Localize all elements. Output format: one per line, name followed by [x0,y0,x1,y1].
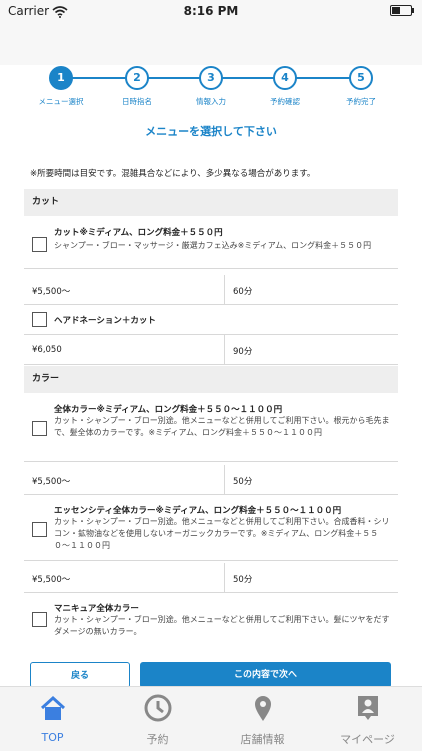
step-1: 1 メニュー選択 [21,66,101,107]
step-label: 予約完了 [346,97,376,106]
tab-label: 予約 [146,733,169,746]
menu-checkbox[interactable] [32,421,47,436]
menu-duration: 60分 [233,287,253,297]
profile-badge-icon [353,693,383,723]
cell-divider [224,465,225,494]
battery-icon [390,5,414,16]
menu-checkbox[interactable] [32,312,47,327]
tab-reservation[interactable]: 予約 [105,687,210,751]
menu-item-meta: ¥6,050 90分 [24,335,398,365]
status-bar: Carrier 8:16 PM [0,0,422,22]
section-header-cut: カット [24,189,398,216]
step-number: 2 [125,66,149,90]
menu-item-name: 全体カラー※ミディアム、ロング料金＋５５０〜１１００円 [54,405,283,415]
menu-checkbox[interactable] [32,522,47,537]
step-5: 5 予約完了 [321,66,401,107]
map-pin-icon [248,693,278,723]
menu-item[interactable]: マニキュア全体カラー カット・シャンプー・ブロー別途。他メニューなどと併用してご… [24,593,398,649]
menu-checkbox[interactable] [32,237,47,252]
menu-price: ¥5,500〜 [32,575,71,585]
step-label: 日時指名 [122,97,152,106]
home-icon [38,693,68,723]
menu-duration: 50分 [233,575,253,585]
menu-item-description: カット・シャンプー・ブロー別途。他メニューなどと併用してご利用下さい。根元から毛… [54,416,390,437]
step-4: 4 予約確認 [245,66,325,107]
step-indicator: 1 メニュー選択 2 日時指名 3 情報入力 4 予約確認 5 予約完了 [0,66,422,110]
section-header-color: カラー [24,366,398,393]
menu-item[interactable]: ヘアドネーション＋カット [24,305,398,335]
menu-price: ¥6,050 [32,345,62,355]
step-label: メニュー選択 [38,97,84,106]
menu-price: ¥5,500〜 [32,287,71,297]
step-label: 情報入力 [196,97,226,106]
tab-label: 店舗情報 [240,733,285,746]
step-label: 予約確認 [270,97,300,106]
menu-item-name: カット※ミディアム、ロング料金＋５５０円 [54,228,223,238]
menu-item-description: シャンプー・ブロー・マッサージ・厳選カフェ込み※ミディアム、ロング料金＋５５０円 [54,241,372,250]
tab-top[interactable]: TOP [0,687,105,751]
tab-label: マイページ [340,733,395,746]
step-number: 3 [199,66,223,90]
menu-price: ¥5,500〜 [32,477,71,487]
menu-item-meta: ¥5,500〜 50分 [24,465,398,495]
cell-divider [224,335,225,364]
menu-item-description: カット・シャンプー・ブロー別途。他メニューなどと併用してご利用下さい。合成香料・… [54,517,390,550]
duration-note: ※所要時間は目安です。混雑具合などにより、多少異なる場合があります。 [30,169,316,179]
navigation-bar [0,22,422,65]
clock-icon [143,693,173,723]
menu-item-meta: ¥5,500〜 60分 [24,275,398,305]
clock-time: 8:16 PM [183,4,239,18]
page-heading: メニューを選択して下さい [145,125,277,138]
menu-item-description: カット・シャンプー・ブロー別途。他メニューなどと併用してご利用下さい。髪にツヤを… [54,615,390,636]
menu-item[interactable]: エッセンシティ全体カラー※ミディアム、ロング料金＋５５０〜１１００円 カット・シ… [24,495,398,561]
tab-store-info[interactable]: 店舗情報 [210,687,315,751]
menu-item-name: マニキュア全体カラー [54,604,139,614]
menu-item-name: ヘアドネーション＋カット [54,316,156,326]
menu-item[interactable]: 全体カラー※ミディアム、ロング料金＋５５０〜１１００円 カット・シャンプー・ブロ… [24,393,398,462]
menu-checkbox[interactable] [32,612,47,627]
action-bar: 戻る この内容で次へ [0,656,422,688]
menu-item-meta: ¥5,500〜 50分 [24,563,398,593]
menu-item[interactable]: カット※ミディアム、ロング料金＋５５０円 シャンプー・ブロー・マッサージ・厳選カ… [24,216,398,269]
step-2: 2 日時指名 [97,66,177,107]
back-button[interactable]: 戻る [30,662,130,688]
menu-item-name: エッセンシティ全体カラー※ミディアム、ロング料金＋５５０〜１１００円 [54,506,342,516]
cell-divider [224,563,225,592]
tab-bar: TOP 予約 店舗情報 マイページ [0,686,422,751]
menu-duration: 90分 [233,347,253,357]
tab-mypage[interactable]: マイページ [315,687,420,751]
step-number: 5 [349,66,373,90]
next-button[interactable]: この内容で次へ [140,662,391,688]
cell-divider [224,275,225,304]
step-number: 4 [273,66,297,90]
step-number: 1 [49,66,73,90]
tab-label: TOP [41,731,64,744]
menu-duration: 50分 [233,477,253,487]
step-3: 3 情報入力 [171,66,251,107]
